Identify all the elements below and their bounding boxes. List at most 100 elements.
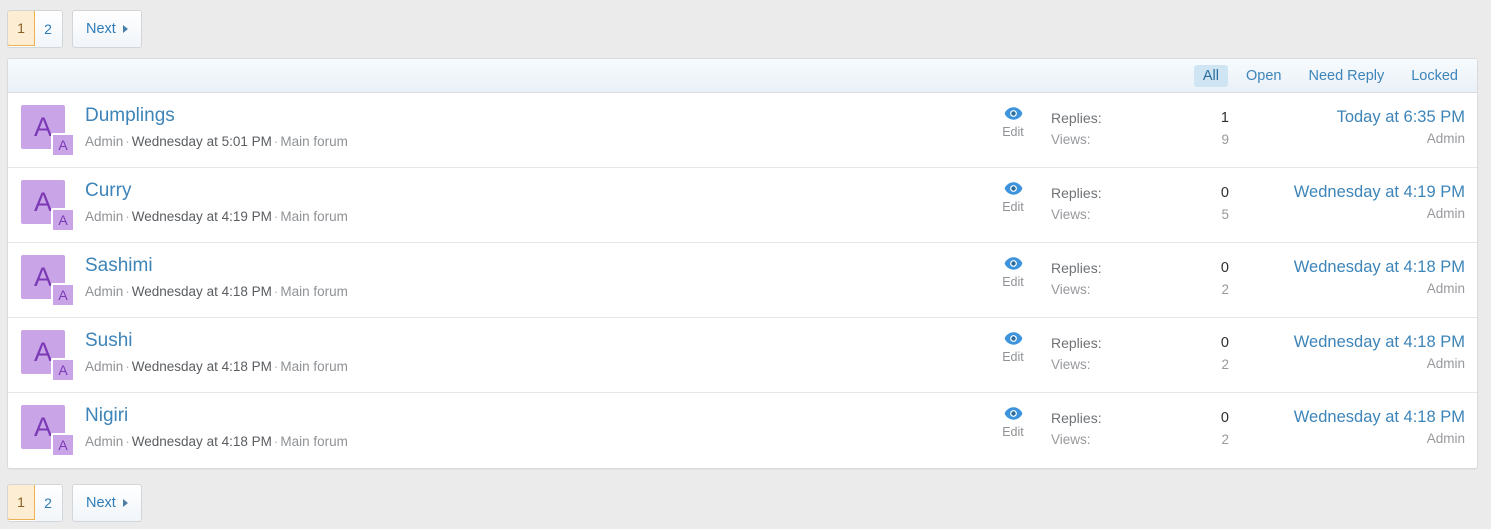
page-button-2[interactable]: 2: [34, 11, 62, 47]
last-post-date-link[interactable]: Today at 6:35 PM: [1229, 106, 1465, 128]
thread-node-link[interactable]: Main forum: [280, 284, 348, 299]
thread-row[interactable]: A A Nigiri Admin · Wednesday at 4:18 PM · Ma…: [8, 393, 1477, 468]
last-post-info: Wednesday at 4:19 PM Admin: [1229, 179, 1465, 224]
page-number-group: 1 2: [7, 10, 63, 48]
page-number-group-bottom: 1 2: [7, 484, 63, 522]
replies-count: 0: [1220, 185, 1229, 201]
page-button-1[interactable]: 1: [8, 11, 35, 46]
avatar[interactable]: A A: [21, 180, 75, 233]
thread-node-link[interactable]: Main forum: [280, 209, 348, 224]
stat-labels: Replies: Views:: [1051, 182, 1169, 226]
edit-label: Edit: [1002, 275, 1024, 289]
thread-author[interactable]: Admin: [85, 134, 123, 149]
meta-separator: ·: [125, 133, 130, 149]
views-count: 9: [1221, 132, 1229, 147]
pagination-bottom: 1 2 Next: [0, 469, 1491, 529]
last-post-user[interactable]: Admin: [1229, 353, 1465, 374]
thread-author[interactable]: Admin: [85, 209, 123, 224]
thread-node-link[interactable]: Main forum: [280, 434, 348, 449]
replies-label: Replies:: [1051, 410, 1102, 426]
thread-title-link[interactable]: Nigiri: [85, 405, 128, 427]
thread-date: Wednesday at 4:18 PM: [131, 433, 272, 449]
thread-author[interactable]: Admin: [85, 359, 123, 374]
thread-stats: Replies: Views: 1 9: [1039, 104, 1229, 151]
thread-meta: Admin · Wednesday at 4:18 PM · Main forum: [85, 284, 987, 299]
thread-meta: Admin · Wednesday at 4:18 PM · Main forum: [85, 359, 987, 374]
thread-date: Wednesday at 4:18 PM: [131, 283, 272, 299]
thread-date: Wednesday at 4:18 PM: [131, 358, 272, 374]
views-label: Views:: [1051, 207, 1091, 222]
thread-row[interactable]: A A Sashimi Admin · Wednesday at 4:18 PM · M…: [8, 243, 1477, 318]
views-label: Views:: [1051, 132, 1091, 147]
tab-locked[interactable]: Locked: [1402, 65, 1467, 87]
thread-date: Wednesday at 5:01 PM: [131, 133, 272, 149]
last-post-user[interactable]: Admin: [1229, 203, 1465, 224]
thread-info: Nigiri Admin · Wednesday at 4:18 PM · Main f…: [75, 404, 987, 449]
replies-label: Replies:: [1051, 260, 1102, 276]
replies-count: 0: [1220, 260, 1229, 276]
replies-count: 0: [1220, 410, 1229, 426]
last-post-info: Wednesday at 4:18 PM Admin: [1229, 329, 1465, 374]
page-button-2-bottom[interactable]: 2: [34, 485, 62, 521]
avatar[interactable]: A A: [21, 405, 75, 458]
stat-values: 0 2: [1169, 257, 1229, 301]
views-count: 5: [1221, 207, 1229, 222]
eye-icon: [1004, 107, 1022, 120]
last-post-date-link[interactable]: Wednesday at 4:18 PM: [1229, 406, 1465, 428]
avatar[interactable]: A A: [21, 330, 75, 383]
last-post-user[interactable]: Admin: [1229, 428, 1465, 449]
thread-row[interactable]: A A Dumplings Admin · Wednesday at 5:01 PM…: [8, 93, 1477, 168]
edit-thread-button[interactable]: Edit: [987, 329, 1039, 364]
thread-info: Curry Admin · Wednesday at 4:19 PM · Main fo…: [75, 179, 987, 224]
pagination-top: 1 2 Next: [0, 0, 1491, 58]
avatar[interactable]: A A: [21, 105, 75, 158]
eye-icon: [1004, 407, 1022, 420]
thread-author[interactable]: Admin: [85, 434, 123, 449]
stat-values: 0 2: [1169, 332, 1229, 376]
page-button-1-bottom[interactable]: 1: [8, 485, 35, 520]
tab-all[interactable]: All: [1193, 64, 1228, 87]
thread-stats: Replies: Views: 0 2: [1039, 329, 1229, 376]
tab-need-reply[interactable]: Need Reply: [1299, 65, 1393, 87]
thread-date: Wednesday at 4:19 PM: [131, 208, 272, 224]
edit-label: Edit: [1002, 350, 1024, 364]
last-post-user[interactable]: Admin: [1229, 278, 1465, 299]
avatar[interactable]: A A: [21, 255, 75, 308]
edit-thread-button[interactable]: Edit: [987, 179, 1039, 214]
avatar-badge-letter: A: [51, 208, 75, 232]
thread-author[interactable]: Admin: [85, 284, 123, 299]
views-label: Views:: [1051, 357, 1091, 372]
meta-separator: ·: [125, 358, 130, 374]
stat-values: 1 9: [1169, 107, 1229, 151]
thread-node-link[interactable]: Main forum: [280, 359, 348, 374]
thread-title-link[interactable]: Sashimi: [85, 255, 153, 277]
thread-row[interactable]: A A Curry Admin · Wednesday at 4:19 PM · Mai…: [8, 168, 1477, 243]
last-post-date-link[interactable]: Wednesday at 4:19 PM: [1229, 181, 1465, 203]
last-post-info: Wednesday at 4:18 PM Admin: [1229, 254, 1465, 299]
stat-labels: Replies: Views:: [1051, 107, 1169, 151]
next-page-button-top[interactable]: Next: [72, 10, 142, 48]
thread-info: Dumplings Admin · Wednesday at 5:01 PM · Mai…: [75, 104, 987, 149]
last-post-date-link[interactable]: Wednesday at 4:18 PM: [1229, 256, 1465, 278]
thread-list-panel: All Open Need Reply Locked A A Dumplings…: [7, 58, 1478, 469]
next-page-button-bottom[interactable]: Next: [72, 484, 142, 522]
stat-labels: Replies: Views:: [1051, 407, 1169, 451]
edit-thread-button[interactable]: Edit: [987, 254, 1039, 289]
thread-title-link[interactable]: Dumplings: [85, 105, 175, 127]
thread-title-link[interactable]: Curry: [85, 180, 131, 202]
edit-thread-button[interactable]: Edit: [987, 404, 1039, 439]
edit-thread-button[interactable]: Edit: [987, 104, 1039, 139]
avatar-badge-letter: A: [51, 433, 75, 457]
thread-title-link[interactable]: Sushi: [85, 330, 133, 352]
avatar-badge-letter: A: [51, 283, 75, 307]
thread-stats: Replies: Views: 0 2: [1039, 254, 1229, 301]
thread-row[interactable]: A A Sushi Admin · Wednesday at 4:18 PM · Mai…: [8, 318, 1477, 393]
caret-right-icon: [122, 25, 128, 33]
next-page-label: Next: [86, 21, 116, 37]
last-post-info: Today at 6:35 PM Admin: [1229, 104, 1465, 149]
thread-node-link[interactable]: Main forum: [280, 134, 348, 149]
replies-count: 1: [1220, 110, 1229, 126]
last-post-date-link[interactable]: Wednesday at 4:18 PM: [1229, 331, 1465, 353]
last-post-user[interactable]: Admin: [1229, 128, 1465, 149]
tab-open[interactable]: Open: [1237, 65, 1290, 87]
